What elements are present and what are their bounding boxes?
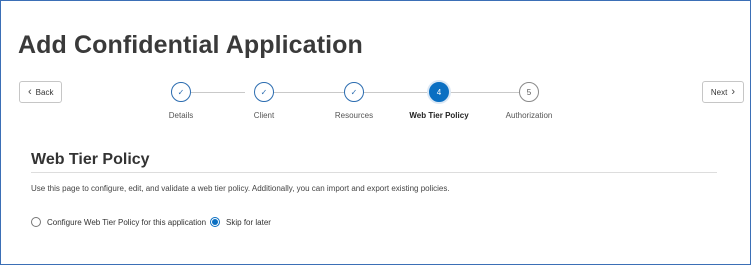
- section-title: Web Tier Policy: [31, 151, 150, 168]
- step-train: ✓ Details ✓ Client ✓ Resources 4 Web Tie…: [1, 77, 751, 127]
- app-frame: Add Confidential Application ‹ Back Next…: [0, 0, 751, 265]
- page-title: Add Confidential Application: [18, 31, 363, 59]
- step-client[interactable]: ✓ Client: [224, 77, 304, 120]
- policy-option-group: Configure Web Tier Policy for this appli…: [31, 217, 275, 227]
- check-icon: ✓: [171, 82, 191, 102]
- configure-policy-label[interactable]: Configure Web Tier Policy for this appli…: [47, 218, 206, 227]
- configure-policy-radio[interactable]: [31, 217, 41, 227]
- check-icon: ✓: [344, 82, 364, 102]
- step-number-badge: 4: [429, 82, 449, 102]
- skip-for-later-label[interactable]: Skip for later: [226, 218, 271, 227]
- step-label: Details: [168, 111, 194, 120]
- step-label: Authorization: [505, 111, 553, 120]
- section-divider: [31, 172, 717, 173]
- section-description: Use this page to configure, edit, and va…: [31, 184, 450, 193]
- step-label: Client: [253, 111, 275, 120]
- step-details[interactable]: ✓ Details: [141, 77, 221, 120]
- step-authorization[interactable]: 5 Authorization: [489, 77, 569, 120]
- step-resources[interactable]: ✓ Resources: [314, 77, 394, 120]
- check-icon: ✓: [254, 82, 274, 102]
- step-label: Resources: [334, 111, 374, 120]
- step-web-tier-policy[interactable]: 4 Web Tier Policy: [399, 77, 479, 120]
- skip-for-later-radio[interactable]: [210, 217, 221, 227]
- step-number-badge: 5: [519, 82, 539, 102]
- step-label: Web Tier Policy: [409, 111, 469, 120]
